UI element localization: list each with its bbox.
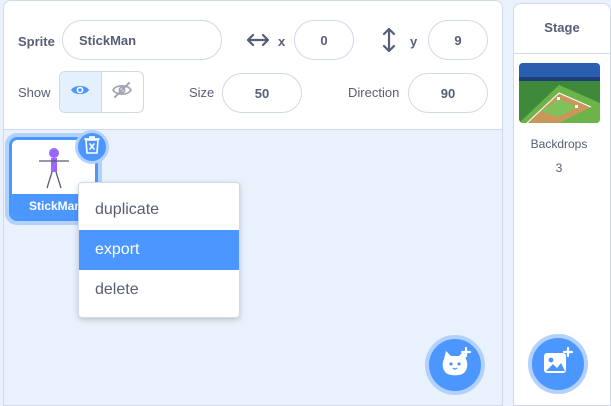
- size-label: Size: [189, 85, 215, 100]
- show-label: Show: [18, 85, 51, 100]
- show-hidden-button[interactable]: [102, 72, 144, 112]
- direction-input[interactable]: 90: [408, 73, 488, 113]
- menu-item-delete[interactable]: delete: [79, 270, 239, 310]
- stage-title: Stage: [514, 4, 610, 54]
- sprite-name-value: StickMan: [79, 32, 137, 48]
- sprite-name-input[interactable]: StickMan: [62, 20, 222, 60]
- menu-item-duplicate[interactable]: duplicate: [79, 190, 239, 230]
- show-visible-button[interactable]: [60, 72, 102, 112]
- y-input[interactable]: 9: [428, 20, 488, 60]
- show-toggle-group: [59, 71, 144, 113]
- cat-plus-icon: [438, 346, 472, 384]
- stickman-thumbnail: [34, 144, 74, 195]
- vertical-arrow-icon: [379, 27, 399, 53]
- horizontal-arrow-icon: [246, 29, 270, 51]
- direction-label: Direction: [348, 85, 400, 100]
- context-menu: duplicate export delete: [78, 182, 240, 318]
- trash-icon: [83, 135, 101, 160]
- x-input[interactable]: 0: [294, 20, 354, 60]
- y-label: y: [410, 34, 418, 49]
- direction-value: 90: [440, 85, 456, 101]
- stage-backdrop-thumbnail: [519, 63, 600, 123]
- size-value: 50: [254, 85, 270, 101]
- delete-sprite-button[interactable]: [75, 130, 109, 164]
- backdrops-label: Backdrops: [530, 137, 588, 151]
- x-label: x: [278, 34, 286, 49]
- eye-slash-icon: [112, 81, 133, 104]
- image-plus-icon: [542, 346, 574, 382]
- x-value: 0: [320, 32, 328, 48]
- sprite-info-panel: Sprite StickMan x 0 y 9 Show Size 50 Dir…: [4, 1, 502, 130]
- y-value: 9: [454, 32, 462, 48]
- size-input[interactable]: 50: [222, 73, 302, 113]
- stage-pane[interactable]: Stage Backdrops 3: [513, 3, 611, 406]
- choose-sprite-button[interactable]: [425, 335, 485, 395]
- menu-item-export[interactable]: export: [79, 230, 239, 270]
- backdrops-count: 3: [555, 161, 563, 175]
- eye-icon: [70, 83, 90, 102]
- choose-backdrop-button[interactable]: [528, 334, 588, 394]
- sprite-label: Sprite: [18, 34, 55, 49]
